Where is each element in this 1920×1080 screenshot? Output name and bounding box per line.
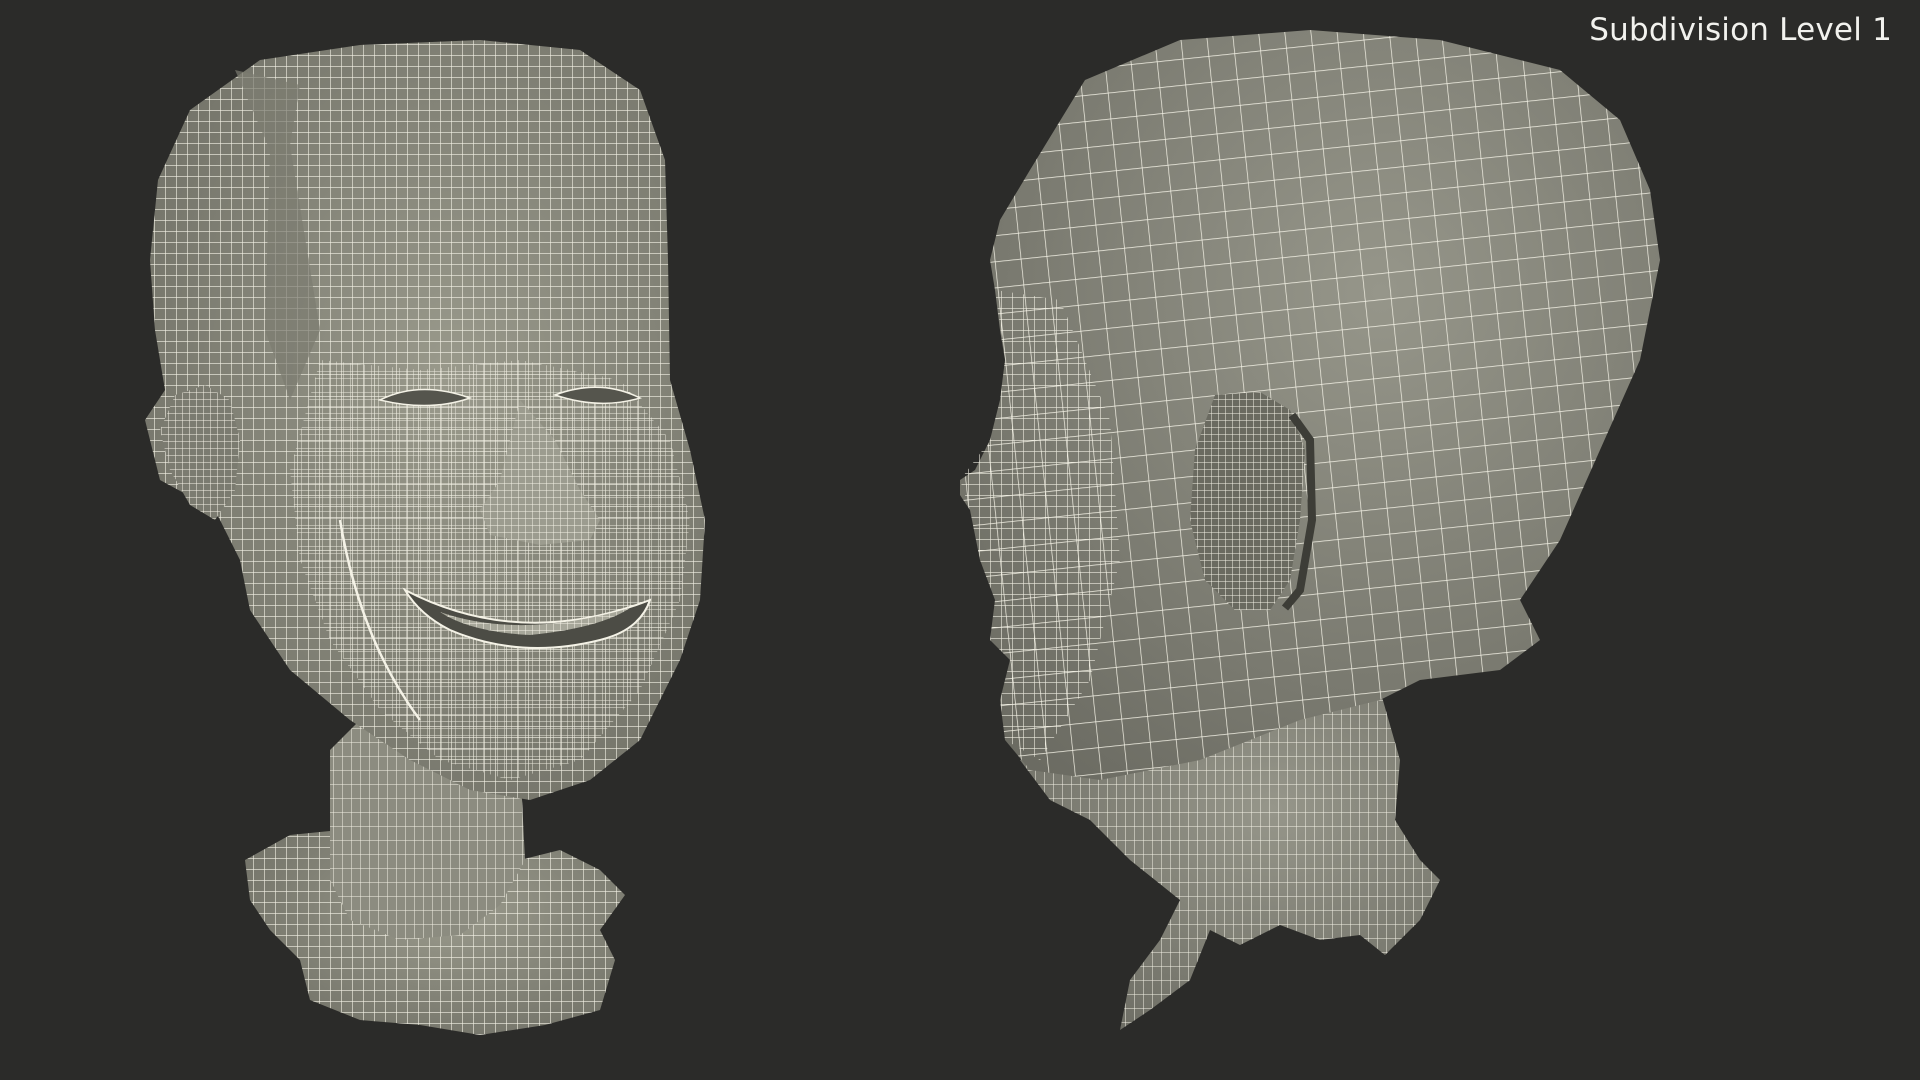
head-side-view[interactable]	[960, 30, 1660, 1030]
viewport-3d[interactable]: Subdivision Level 1	[0, 0, 1920, 1080]
subdivision-level-label: Subdivision Level 1	[1589, 12, 1892, 48]
render-canvas	[145, 30, 1660, 1035]
head-front-view[interactable]	[145, 40, 705, 1035]
